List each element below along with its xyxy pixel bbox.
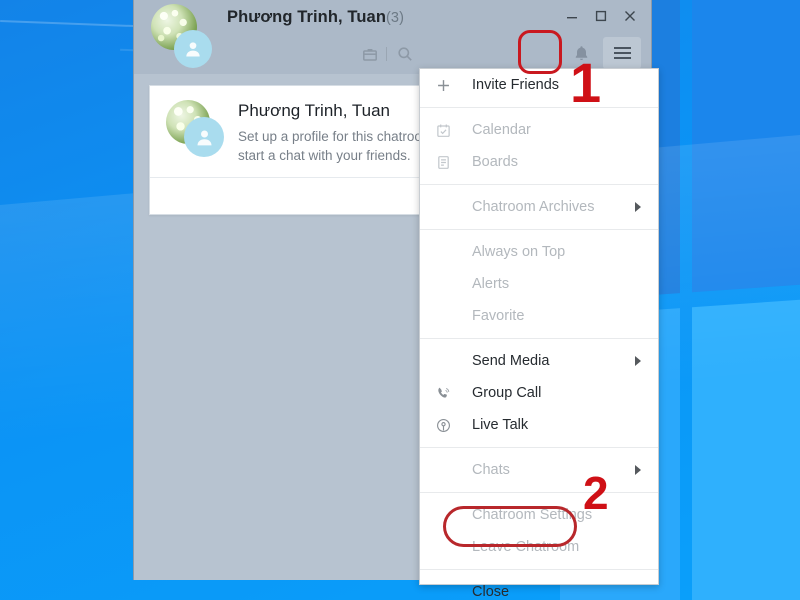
menu-item-label: Leave Chatroom — [472, 539, 580, 555]
member-count: (3) — [386, 10, 405, 26]
boards-icon — [436, 155, 458, 170]
menu-item-favorite: Favorite — [420, 300, 658, 332]
menu-item-label: Favorite — [472, 308, 525, 324]
menu-item-leave-chatroom: Leave Chatroom — [420, 531, 658, 563]
menu-item-label: Close — [472, 584, 510, 600]
menu-item-chatroom-settings: Chatroom Settings — [420, 499, 658, 531]
menu-item-send-media[interactable]: Send Media — [420, 345, 658, 377]
submenu-arrow-icon — [635, 202, 641, 212]
menu-item-label: Send Media — [472, 353, 550, 369]
profile-avatar-badge — [184, 117, 224, 157]
menu-item-label: Invite Friends — [472, 77, 560, 93]
broadcast-icon — [436, 418, 458, 433]
hamburger-menu-icon[interactable] — [603, 37, 641, 69]
window-header: Phương Trinh, Tuan(3) — [134, 0, 651, 74]
menu-item-live-talk[interactable]: Live Talk — [420, 409, 658, 441]
menu-item-invite-friends[interactable]: Invite Friends — [420, 69, 658, 101]
menu-item-calendar: Calendar — [420, 114, 658, 146]
menu-item-label: Always on Top — [472, 244, 566, 260]
menu-separator — [420, 338, 658, 339]
window-title-text: Phương Trinh, Tuan — [227, 8, 386, 26]
toolbar-divider — [386, 47, 387, 61]
submenu-arrow-icon — [635, 465, 641, 475]
submenu-arrow-icon — [635, 356, 641, 366]
menu-separator — [420, 229, 658, 230]
menu-item-label: Boards — [472, 154, 518, 170]
desktop-background: Phương Trinh, Tuan(3) Phương Trinh, Tuan… — [0, 0, 800, 600]
menu-item-label: Chats — [472, 462, 510, 478]
menu-item-label: Chatroom Settings — [472, 507, 593, 523]
menu-item-close[interactable]: Close — [420, 576, 658, 600]
bell-icon[interactable] — [565, 37, 597, 69]
menu-separator — [420, 447, 658, 448]
menu-item-boards: Boards — [420, 146, 658, 178]
menu-item-label: Group Call — [472, 385, 542, 401]
window-title: Phương Trinh, Tuan(3) — [227, 8, 404, 27]
menu-separator — [420, 492, 658, 493]
menu-item-label: Calendar — [472, 122, 531, 138]
menu-item-always-on-top: Always on Top — [420, 236, 658, 268]
plus-icon — [436, 78, 458, 93]
menu-item-chatroom-archives: Chatroom Archives — [420, 191, 658, 223]
close-button[interactable] — [616, 4, 643, 28]
chatroom-context-menu: Invite Friends Calendar Boards Chatroom Arc… — [419, 68, 659, 600]
minimize-button[interactable] — [558, 4, 585, 28]
phone-icon — [436, 386, 458, 401]
search-icon[interactable] — [391, 40, 419, 68]
menu-item-group-call[interactable]: Group Call — [420, 377, 658, 409]
menu-separator — [420, 107, 658, 108]
window-controls — [558, 4, 643, 28]
calendar-icon — [436, 123, 458, 138]
menu-item-label: Alerts — [472, 276, 510, 292]
menu-item-alerts: Alerts — [420, 268, 658, 300]
menu-separator — [420, 184, 658, 185]
toolbar-right-group — [565, 37, 641, 69]
menu-item-chats: Chats — [420, 454, 658, 486]
menu-item-label: Chatroom Archives — [472, 199, 595, 215]
maximize-button[interactable] — [587, 4, 614, 28]
title-bar[interactable]: Phương Trinh, Tuan(3) — [134, 0, 651, 68]
menu-separator — [420, 569, 658, 570]
profile-avatar — [166, 100, 224, 158]
box-icon[interactable] — [356, 40, 384, 68]
menu-item-label: Live Talk — [472, 417, 529, 433]
hamburger-lines — [613, 44, 631, 62]
